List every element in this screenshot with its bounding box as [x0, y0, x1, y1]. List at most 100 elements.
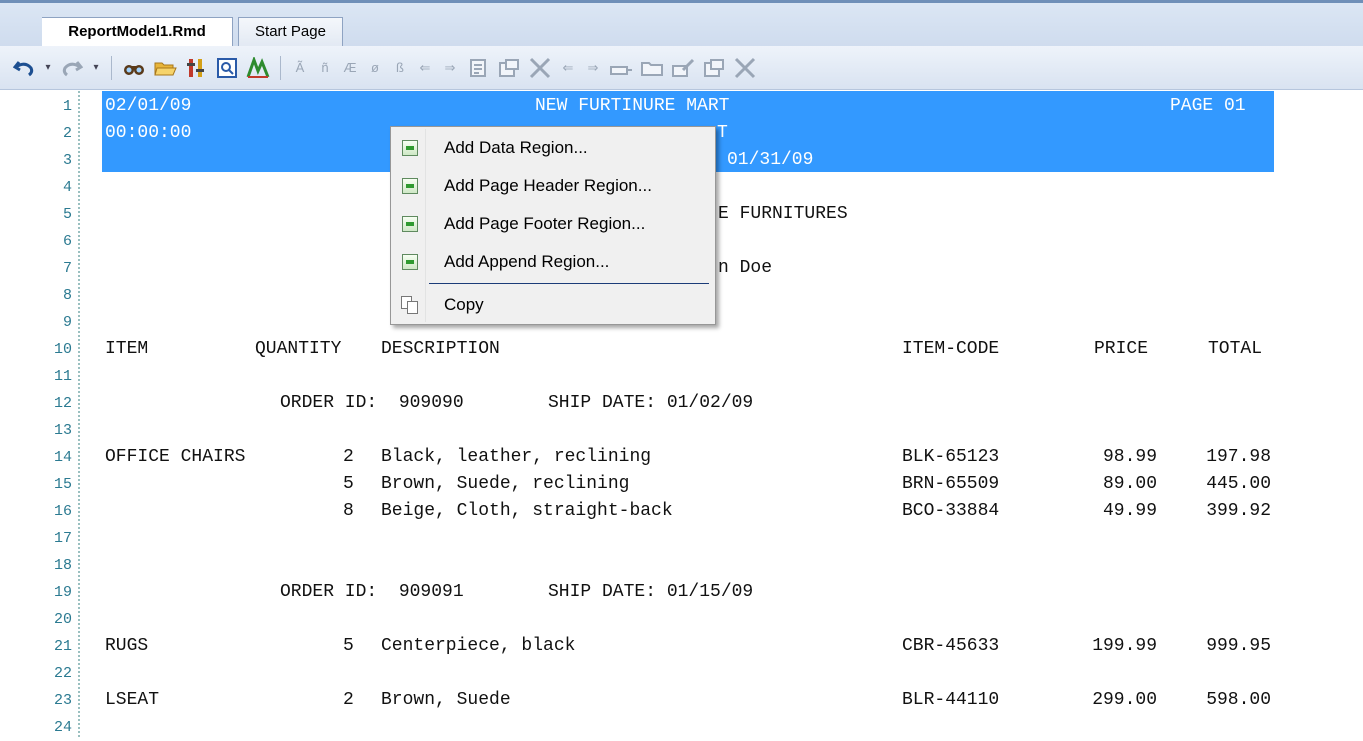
data-row[interactable]: 5 Brown, Suede, reclining BRN-65509 89.0…	[0, 471, 1363, 498]
page-number: PAGE 01	[1170, 96, 1246, 116]
line-number: 18	[53, 557, 72, 574]
order-id: ORDER ID: 909090	[280, 393, 464, 413]
line-number: 8	[62, 287, 72, 304]
col-total: TOTAL	[1208, 339, 1263, 359]
col-item-code: ITEM-CODE	[902, 339, 1000, 359]
report-date: 02/01/09	[105, 96, 192, 116]
item-price: 199.99	[1092, 636, 1157, 656]
item-code: CBR-45633	[902, 636, 1000, 656]
item-price: 299.00	[1092, 690, 1157, 710]
item-desc: Brown, Suede, reclining	[381, 474, 630, 494]
item-name: LSEAT	[105, 690, 160, 710]
tab-label: ReportModel1.Rmd	[68, 23, 206, 40]
line-number: 20	[53, 611, 72, 628]
line-number: 17	[53, 530, 72, 547]
item-code: BLR-44110	[902, 690, 1000, 710]
delete2-icon[interactable]	[733, 55, 757, 81]
arrow-right-icon[interactable]: ⇒	[441, 55, 459, 81]
preview-icon[interactable]	[215, 55, 239, 81]
redo-icon[interactable]	[60, 55, 84, 81]
order-id: ORDER ID: 909091	[280, 582, 464, 602]
format-b-icon[interactable]: ß	[391, 55, 409, 81]
chart-icon[interactable]	[246, 55, 270, 81]
item-code: BLK-65123	[902, 447, 1000, 467]
format-slash-o-icon[interactable]: ø	[366, 55, 384, 81]
item-total: 598.00	[1206, 690, 1271, 710]
toolbar-separator	[280, 55, 281, 80]
partial-date: 01/31/09	[727, 150, 814, 170]
delete-icon[interactable]	[528, 55, 552, 81]
format-n-icon[interactable]: ñ	[316, 55, 334, 81]
tool-icon[interactable]	[609, 55, 633, 81]
item-total: 999.95	[1206, 636, 1271, 656]
data-row[interactable]: 8 Beige, Cloth, straight-back BCO-33884 …	[0, 498, 1363, 525]
edit-icon[interactable]	[671, 55, 695, 81]
item-qty: 2	[343, 447, 354, 467]
menu-item-label: Add Page Footer Region...	[444, 214, 646, 233]
item-price: 98.99	[1102, 447, 1157, 467]
store-name: NEW FURTINURE MART	[535, 96, 730, 116]
nav-right-icon[interactable]: ⇒	[584, 55, 602, 81]
line-number: 9	[62, 314, 72, 331]
folder-icon[interactable]	[640, 55, 664, 81]
data-row[interactable]: RUGS 5 Centerpiece, black CBR-45633 199.…	[0, 633, 1363, 660]
tab-label: Start Page	[255, 23, 326, 40]
add-region-icon	[402, 254, 418, 270]
menu-item-label: Add Append Region...	[444, 252, 610, 271]
col-quantity: QUANTITY	[255, 339, 342, 359]
line-number: 4	[62, 179, 72, 196]
menu-item-add-page-footer-region[interactable]: Add Page Footer Region...	[393, 206, 713, 242]
report-time: 00:00:00	[105, 123, 192, 143]
tab-start-page[interactable]: Start Page	[238, 17, 343, 47]
region-edit-icon[interactable]	[702, 55, 726, 81]
arrow-left-icon[interactable]: ⇐	[416, 55, 434, 81]
item-desc: Brown, Suede	[381, 690, 511, 710]
partial-title: E FURNITURES	[718, 204, 848, 224]
format-italic-a-icon[interactable]: Æ	[341, 55, 359, 81]
redo-dropdown-icon[interactable]: ▾	[91, 55, 101, 81]
line-number: 6	[62, 233, 72, 250]
item-desc: Beige, Cloth, straight-back	[381, 501, 673, 521]
menu-item-label: Add Page Header Region...	[444, 176, 652, 195]
col-price: PRICE	[1094, 339, 1149, 359]
item-price: 89.00	[1102, 474, 1157, 494]
menu-item-add-page-header-region[interactable]: Add Page Header Region...	[393, 168, 713, 204]
toolbar-separator	[111, 55, 112, 80]
item-price: 49.99	[1102, 501, 1157, 521]
col-item: ITEM	[105, 339, 149, 359]
menu-item-label: Add Data Region...	[444, 138, 588, 157]
toolbar: ▾ ▾ Ã ñ Æ ø ß ⇐ ⇒ ⇐ ⇒	[0, 46, 1363, 90]
undo-icon[interactable]	[12, 55, 36, 81]
undo-dropdown-icon[interactable]: ▾	[43, 55, 53, 81]
item-total: 399.92	[1206, 501, 1271, 521]
format-a-icon[interactable]: Ã	[291, 55, 309, 81]
menu-item-label: Copy	[444, 295, 484, 314]
find-icon[interactable]	[122, 55, 146, 81]
data-row[interactable]: OFFICE CHAIRS 2 Black, leather, reclinin…	[0, 444, 1363, 471]
properties-icon[interactable]	[184, 55, 208, 81]
item-desc: Centerpiece, black	[381, 636, 576, 656]
data-row[interactable]: LSEAT 2 Brown, Suede BLR-44110 299.00 59…	[0, 687, 1363, 714]
menu-item-copy[interactable]: Copy	[393, 287, 713, 323]
ship-date: SHIP DATE: 01/02/09	[548, 393, 754, 413]
item-total: 197.98	[1206, 447, 1271, 467]
order-line-19[interactable]: ORDER ID: 909091 SHIP DATE: 01/15/09	[0, 579, 1363, 606]
open-folder-icon[interactable]	[153, 55, 177, 81]
item-code: BCO-33884	[902, 501, 1000, 521]
tab-reportmodel1[interactable]: ReportModel1.Rmd	[42, 17, 233, 47]
item-desc: Black, leather, reclining	[381, 447, 652, 467]
document-tab-strip: ReportModel1.Rmd Start Page	[0, 0, 1363, 47]
region-icon[interactable]	[497, 55, 521, 81]
menu-item-add-data-region[interactable]: Add Data Region...	[393, 130, 713, 166]
report-line-1[interactable]: 02/01/09 NEW FURTINURE MART PAGE 01	[0, 93, 1363, 120]
item-code: BRN-65509	[902, 474, 1000, 494]
item-total: 445.00	[1206, 474, 1271, 494]
ship-date: SHIP DATE: 01/15/09	[548, 582, 754, 602]
copy-icon	[401, 296, 419, 314]
column-header-line[interactable]: ITEM QUANTITY DESCRIPTION ITEM-CODE PRIC…	[0, 336, 1363, 363]
page-icon[interactable]	[466, 55, 490, 81]
order-line-12[interactable]: ORDER ID: 909090 SHIP DATE: 01/02/09	[0, 390, 1363, 417]
nav-left-icon[interactable]: ⇐	[559, 55, 577, 81]
menu-item-add-append-region[interactable]: Add Append Region...	[393, 244, 713, 280]
add-region-icon	[402, 178, 418, 194]
